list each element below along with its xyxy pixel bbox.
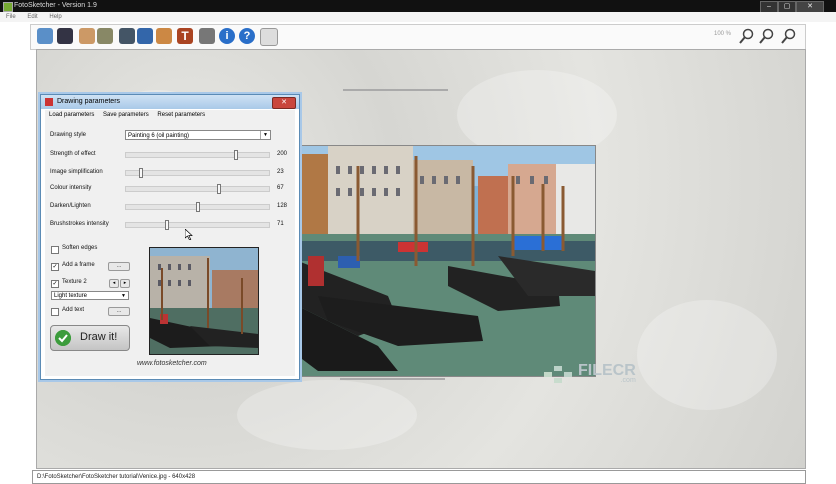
canvas-line <box>340 378 445 380</box>
drawing-style-select[interactable]: Painting 6 (oil painting) ▼ <box>125 130 271 140</box>
app-icon <box>3 2 13 12</box>
drawing-parameters-dialog: Drawing parameters ✕ Load parameters Sav… <box>40 94 300 380</box>
chevron-down-icon: ▼ <box>260 131 270 139</box>
texture-value: Light texture <box>54 293 88 299</box>
slider-value: 71 <box>277 221 284 227</box>
info-icon[interactable]: i <box>219 28 235 44</box>
window-title: FotoSketcher - Version 1.9 <box>14 2 97 9</box>
mouse-cursor-icon <box>185 229 193 240</box>
text-tool-icon[interactable]: T <box>177 28 193 44</box>
menu-edit[interactable]: Edit <box>27 14 37 20</box>
add-frame-label: Add a frame <box>62 262 95 268</box>
open-folder-icon[interactable] <box>37 28 53 44</box>
slider-label: Darken/Lighten <box>50 203 91 209</box>
dialog-menu: Load parameters Save parameters Reset pa… <box>49 112 212 118</box>
soften-edges-label: Soften edges <box>62 245 98 251</box>
add-text-checkbox[interactable] <box>51 308 59 316</box>
menu-bar: File Edit Help <box>0 12 836 22</box>
slider-thumb[interactable] <box>217 184 221 194</box>
texture-label: Texture 2 <box>62 279 87 285</box>
menu-help[interactable]: Help <box>49 14 61 20</box>
draw-it-label: Draw it! <box>80 331 118 343</box>
dialog-body: Load parameters Save parameters Reset pa… <box>45 110 295 376</box>
slider-track[interactable] <box>125 202 270 212</box>
title-bar: FotoSketcher - Version 1.9 – ▢ ✕ <box>0 0 836 13</box>
scan-icon[interactable] <box>119 28 135 44</box>
slider-track[interactable] <box>125 220 270 230</box>
palette-icon[interactable] <box>156 28 172 44</box>
undo-icon[interactable] <box>137 28 153 44</box>
slider-label: Colour intensity <box>50 185 92 191</box>
slider-value: 128 <box>277 203 288 209</box>
slider-value: 23 <box>277 169 284 175</box>
canvas-line <box>343 89 448 91</box>
zoom-out-icon[interactable] <box>781 28 797 44</box>
add-frame-checkbox[interactable]: ✓ <box>51 263 59 271</box>
coffee-icon[interactable] <box>260 28 278 46</box>
drawing-style-label: Drawing style <box>50 132 87 138</box>
paste-icon[interactable] <box>97 28 113 44</box>
website-link[interactable]: www.fotosketcher.com <box>137 360 207 367</box>
texture-prev-button[interactable]: ◂ <box>109 279 119 288</box>
soften-edges-checkbox[interactable] <box>51 246 59 254</box>
checkmark-icon <box>55 330 71 346</box>
frame-options-button[interactable]: … <box>108 262 130 271</box>
save-icon[interactable] <box>57 28 73 44</box>
load-parameters-menu[interactable]: Load parameters <box>49 112 94 118</box>
zoom-level: 100 % <box>714 31 732 37</box>
venice-photo <box>297 145 596 377</box>
status-bar: D:\FotoSketcher\FotoSketcher tutorial\Ve… <box>32 470 806 484</box>
draw-it-button[interactable]: Draw it! <box>50 325 130 351</box>
slider-thumb[interactable] <box>165 220 170 230</box>
menu-file[interactable]: File <box>6 14 16 20</box>
zoom-in-icon[interactable] <box>759 28 775 44</box>
dialog-close-button[interactable]: ✕ <box>272 97 296 109</box>
help-icon[interactable]: ? <box>239 28 255 44</box>
reset-parameters-menu[interactable]: Reset parameters <box>157 112 205 118</box>
slider-track[interactable] <box>125 150 270 160</box>
slider-label: Image simplification <box>50 169 103 175</box>
chevron-down-icon: ▼ <box>121 293 126 299</box>
add-text-label: Add text <box>62 307 85 313</box>
slider-track[interactable] <box>125 184 270 194</box>
filecr-watermark: FILECR .com <box>578 362 636 384</box>
slider-thumb[interactable] <box>138 168 143 178</box>
texture-next-button[interactable]: ▸ <box>120 279 130 288</box>
status-text: D:\FotoSketcher\FotoSketcher tutorial\Ve… <box>37 474 196 480</box>
texture-checkbox[interactable]: ✓ <box>51 280 59 288</box>
dialog-title-bar[interactable]: Drawing parameters ✕ <box>41 95 299 109</box>
preview-image <box>149 247 259 355</box>
copy-icon[interactable] <box>79 28 95 44</box>
dialog-title: Drawing parameters <box>57 98 121 105</box>
slider-label: Strength of effect <box>50 151 96 157</box>
dialog-app-icon <box>45 98 53 106</box>
slider-value: 200 <box>277 151 288 157</box>
toolbar: T i ? 100 % <box>30 24 806 50</box>
texture-select[interactable]: Light texture ▼ <box>51 291 129 300</box>
slider-track[interactable] <box>125 168 270 178</box>
slider-value: 67 <box>277 185 284 191</box>
slider-label: Brushstrokes intensity <box>50 221 109 227</box>
zoom-fit-icon[interactable] <box>739 28 755 44</box>
slider-thumb[interactable] <box>233 150 238 160</box>
vertical-scrollbar[interactable] <box>806 49 814 467</box>
print-icon[interactable] <box>199 28 215 44</box>
filecr-logo-icon <box>544 366 572 383</box>
drawing-style-value: Painting 6 (oil painting) <box>128 133 190 139</box>
save-parameters-menu[interactable]: Save parameters <box>103 112 149 118</box>
text-options-button[interactable]: … <box>108 307 130 316</box>
slider-thumb[interactable] <box>196 202 200 212</box>
